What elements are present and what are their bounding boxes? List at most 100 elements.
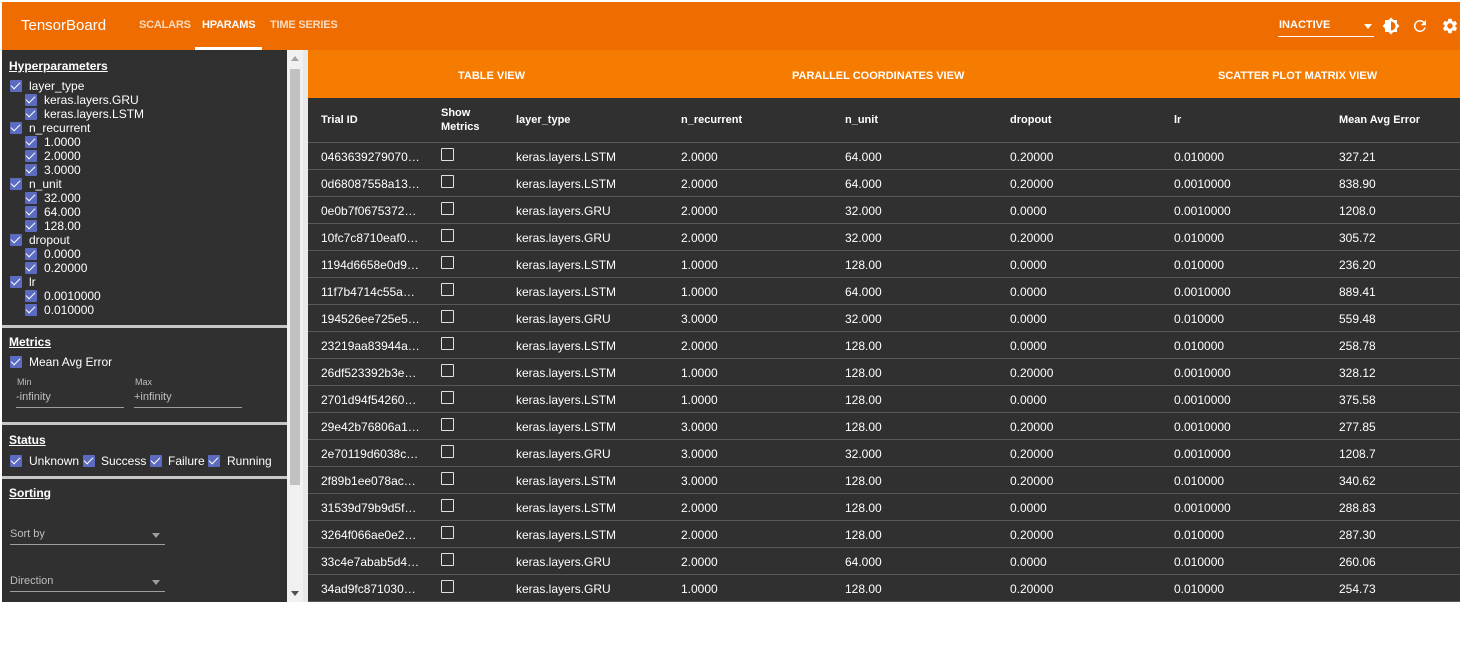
tab-hparams[interactable]: HPARAMS xyxy=(202,19,256,31)
show-metrics-checkbox[interactable] xyxy=(441,202,454,215)
show-metrics-checkbox[interactable] xyxy=(441,256,454,269)
checkbox-n-recurrent-2[interactable] xyxy=(25,150,37,162)
table-row[interactable]: 11f7b4714c55a… keras.layers.LSTM 1.0000 64.… xyxy=(308,278,1460,305)
trial-id-cell[interactable]: 34ad9fc871030… xyxy=(321,582,416,596)
trial-id-cell[interactable]: 0e0b7f0675372… xyxy=(321,204,416,218)
show-metrics-checkbox[interactable] xyxy=(441,148,454,161)
table-row[interactable]: 2f89b1ee078ac… keras.layers.LSTM 3.0000 128… xyxy=(308,467,1460,494)
tab-time-series[interactable]: TIME SERIES xyxy=(270,19,338,31)
trial-id-cell[interactable]: 33c4e7abab5d4… xyxy=(321,555,419,569)
table-row[interactable]: 194526ee725e5… keras.layers.GRU 3.0000 32.0… xyxy=(308,305,1460,332)
column-header-show-metrics[interactable]: Show Metrics xyxy=(441,106,485,134)
theme-toggle-icon[interactable] xyxy=(1382,17,1400,35)
table-row[interactable]: 0e0b7f0675372… keras.layers.GRU 2.0000 32.0… xyxy=(308,197,1460,224)
trial-id-cell[interactable]: 2f89b1ee078ac… xyxy=(321,474,416,488)
show-metrics-checkbox[interactable] xyxy=(441,499,454,512)
table-row[interactable]: 2e70119d6038c… keras.layers.GRU 3.0000 32.0… xyxy=(308,440,1460,467)
show-metrics-checkbox[interactable] xyxy=(441,175,454,188)
table-row[interactable]: 0463639279070… keras.layers.LSTM 2.0000 64.… xyxy=(308,143,1460,170)
checkbox-dropout-0[interactable] xyxy=(25,248,37,260)
tab-scalars[interactable]: SCALARS xyxy=(139,19,191,31)
direction-dropdown[interactable]: Direction xyxy=(10,575,165,592)
trial-id-cell[interactable]: 2e70119d6038c… xyxy=(321,447,418,461)
table-row[interactable]: 34ad9fc871030… keras.layers.GRU 1.0000 128.… xyxy=(308,575,1460,602)
trial-id-cell[interactable]: 2701d94f54260… xyxy=(321,393,416,407)
checkbox-n-unit-128[interactable] xyxy=(25,220,37,232)
table-row[interactable]: 1194d6658e0d9… keras.layers.LSTM 1.0000 128… xyxy=(308,251,1460,278)
sort-by-dropdown[interactable]: Sort by xyxy=(10,528,165,545)
checkbox-n-unit-64[interactable] xyxy=(25,206,37,218)
scroll-down-arrow-icon[interactable] xyxy=(291,591,299,596)
trial-id-cell[interactable]: 23219aa83944a… xyxy=(321,339,420,353)
show-metrics-checkbox[interactable] xyxy=(441,553,454,566)
show-metrics-checkbox[interactable] xyxy=(441,526,454,539)
column-header-layer-type[interactable]: layer_type xyxy=(516,113,570,127)
tab-table-view[interactable]: TABLE VIEW xyxy=(458,70,525,82)
checkbox-layer-type[interactable] xyxy=(10,80,22,92)
column-header-n-recurrent[interactable]: n_recurrent xyxy=(681,113,742,127)
table-row[interactable]: 2701d94f54260… keras.layers.LSTM 1.0000 128… xyxy=(308,386,1460,413)
show-metrics-checkbox[interactable] xyxy=(441,418,454,431)
sidebar-scrollbar[interactable] xyxy=(287,50,303,602)
column-header-mean-avg-error[interactable]: Mean Avg Error xyxy=(1339,113,1420,127)
trial-id-cell[interactable]: 3264f066ae0e2… xyxy=(321,528,416,542)
trial-id-cell[interactable]: 26df523392b3e… xyxy=(321,366,416,380)
table-row[interactable]: 3264f066ae0e2… keras.layers.LSTM 2.0000 128… xyxy=(308,521,1460,548)
scrollbar-thumb[interactable] xyxy=(290,69,300,485)
checkbox-layer-type-lstm[interactable] xyxy=(25,108,37,120)
trial-id-cell[interactable]: 0d68087558a13… xyxy=(321,177,420,191)
checkbox-lr[interactable] xyxy=(10,276,22,288)
scroll-up-arrow-icon[interactable] xyxy=(291,56,299,61)
checkbox-lr-0001[interactable] xyxy=(25,290,37,302)
checkbox-n-recurrent-3[interactable] xyxy=(25,164,37,176)
trial-id-cell[interactable]: 10fc7c8710eaf0… xyxy=(321,231,418,245)
show-metrics-checkbox[interactable] xyxy=(441,310,454,323)
checkbox-n-unit-32[interactable] xyxy=(25,192,37,204)
show-metrics-checkbox[interactable] xyxy=(441,283,454,296)
show-metrics-checkbox[interactable] xyxy=(441,364,454,377)
lr-cell: 0.010000 xyxy=(1174,528,1225,542)
checkbox-n-recurrent[interactable] xyxy=(10,122,22,134)
trial-id-cell[interactable]: 1194d6658e0d9… xyxy=(321,258,419,272)
table-row[interactable]: 10fc7c8710eaf0… keras.layers.GRU 2.0000 32.… xyxy=(308,224,1460,251)
column-header-n-unit[interactable]: n_unit xyxy=(845,113,878,127)
trial-id-cell[interactable]: 31539d79b9d5f… xyxy=(321,501,416,515)
table-row[interactable]: 0d68087558a13… keras.layers.LSTM 2.0000 64.… xyxy=(308,170,1460,197)
refresh-icon[interactable] xyxy=(1411,17,1429,35)
table-row[interactable]: 23219aa83944a… keras.layers.LSTM 2.0000 128… xyxy=(308,332,1460,359)
show-metrics-checkbox[interactable] xyxy=(441,445,454,458)
show-metrics-checkbox[interactable] xyxy=(441,337,454,350)
checkbox-n-recurrent-1[interactable] xyxy=(25,136,37,148)
checkbox-status-failure[interactable] xyxy=(150,455,162,467)
metric-max-input[interactable]: +infinity xyxy=(134,391,242,408)
trial-id-cell[interactable]: 0463639279070… xyxy=(321,150,420,164)
column-header-lr[interactable]: lr xyxy=(1174,113,1181,127)
checkbox-lr-001[interactable] xyxy=(25,304,37,316)
metric-min-input[interactable]: -infinity xyxy=(16,391,124,408)
checkbox-status-unknown[interactable] xyxy=(10,455,22,467)
trial-id-cell[interactable]: 29e42b76806a1… xyxy=(321,420,420,434)
checkbox-status-running[interactable] xyxy=(208,455,220,467)
tab-parallel-coordinates-view[interactable]: PARALLEL COORDINATES VIEW xyxy=(792,70,964,82)
checkbox-layer-type-gru[interactable] xyxy=(25,94,37,106)
checkbox-mean-avg-error[interactable] xyxy=(10,356,22,368)
checkbox-n-unit[interactable] xyxy=(10,178,22,190)
table-row[interactable]: 31539d79b9d5f… keras.layers.LSTM 2.0000 128… xyxy=(308,494,1460,521)
inactive-plugins-dropdown[interactable]: INACTIVE xyxy=(1278,18,1374,37)
checkbox-status-success[interactable] xyxy=(83,455,95,467)
show-metrics-checkbox[interactable] xyxy=(441,391,454,404)
trial-id-cell[interactable]: 194526ee725e5… xyxy=(321,312,420,326)
show-metrics-checkbox[interactable] xyxy=(441,580,454,593)
checkbox-dropout-02[interactable] xyxy=(25,262,37,274)
show-metrics-checkbox[interactable] xyxy=(441,229,454,242)
settings-gear-icon[interactable] xyxy=(1441,17,1459,35)
column-header-trial-id[interactable]: Trial ID xyxy=(321,113,358,127)
table-row[interactable]: 29e42b76806a1… keras.layers.LSTM 3.0000 128… xyxy=(308,413,1460,440)
table-row[interactable]: 33c4e7abab5d4… keras.layers.GRU 2.0000 64.0… xyxy=(308,548,1460,575)
table-row[interactable]: 26df523392b3e… keras.layers.LSTM 1.0000 128… xyxy=(308,359,1460,386)
show-metrics-checkbox[interactable] xyxy=(441,472,454,485)
column-header-dropout[interactable]: dropout xyxy=(1010,113,1052,127)
tab-scatter-plot-matrix-view[interactable]: SCATTER PLOT MATRIX VIEW xyxy=(1218,70,1377,82)
trial-id-cell[interactable]: 11f7b4714c55a… xyxy=(321,285,415,299)
checkbox-dropout[interactable] xyxy=(10,234,22,246)
